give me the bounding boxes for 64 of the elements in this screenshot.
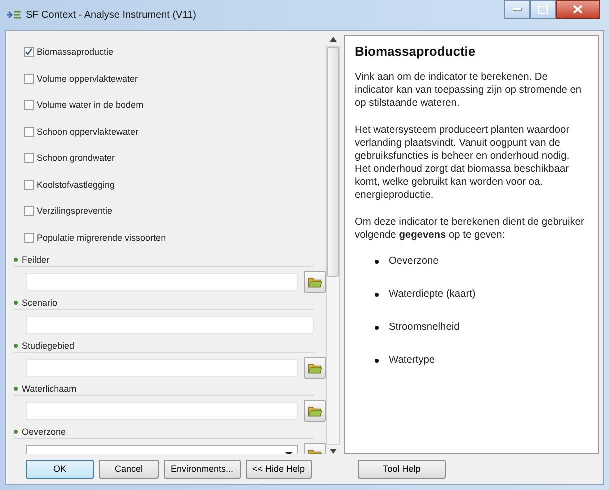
bullet-item: Stroomsnelheid [389, 322, 460, 333]
maximize-button[interactable] [530, 0, 556, 19]
required-icon [14, 387, 18, 391]
open-folder-icon [308, 275, 322, 289]
checkbox[interactable] [24, 126, 34, 137]
browse-button[interactable] [304, 271, 326, 293]
checkbox[interactable] [24, 206, 34, 216]
close-button[interactable] [556, 0, 600, 19]
maximize-icon [538, 6, 548, 14]
checkbox-label[interactable]: Volume oppervlaktewater [37, 74, 138, 84]
bullet-icon [375, 292, 379, 296]
checkbox[interactable] [24, 100, 34, 110]
app-icon [7, 10, 21, 20]
environments-button[interactable]: Environments... [164, 460, 241, 478]
bullet-icon [375, 260, 379, 264]
checkbox-label[interactable]: Verzilingspreventie [37, 206, 113, 216]
hide-help-button[interactable]: << Hide Help [246, 460, 312, 478]
checkbox[interactable] [24, 232, 34, 243]
checkbox-label[interactable]: Volume water in de bodem [37, 100, 144, 110]
checkbox-label[interactable]: Biomassaproductie [37, 47, 114, 58]
checkbox[interactable] [24, 47, 34, 58]
minimize-icon [512, 8, 522, 11]
bullet-item: Oeverzone [389, 256, 439, 267]
bullet-item: Watertype [389, 355, 436, 366]
checkbox-label[interactable]: Koolstofvastlegging [37, 180, 116, 190]
required-icon [14, 258, 18, 262]
input-field[interactable] [26, 359, 298, 377]
scroll-down-icon[interactable] [330, 449, 336, 454]
checkbox[interactable] [24, 74, 34, 84]
field-label: Feilder [22, 255, 50, 265]
check-icon [25, 48, 33, 56]
help-paragraph: Vink aan om de indicator te berekenen. De indicator kan van toepassing zijn op stromende en op stilstaande wateren. [355, 71, 583, 110]
field-label: Studiegebied [22, 341, 75, 351]
checkbox-label[interactable]: Schoon grondwater [37, 153, 116, 164]
browse-button[interactable] [304, 400, 326, 422]
browse-button[interactable] [304, 357, 326, 379]
window-title: SF Context - Analyse Instrument (V11) [26, 10, 198, 20]
tool-help-button[interactable]: Tool Help [358, 460, 446, 478]
open-folder-icon [308, 361, 322, 375]
field-label: Oeverzone [22, 427, 66, 437]
required-icon [14, 301, 18, 305]
required-icon [14, 344, 18, 348]
help-paragraph: Het watersysteem produceert planten waardoor verlanding plaatsvindt. Vanuit oogpunt van de gebruiksfuncties is beheer en onderhoud nodig. Het onderhoud zorgt dat biomassa beschikbaar komt, welke gebruikt kan worden voor oa. energieproductie. [355, 124, 571, 202]
cancel-button[interactable]: Cancel [99, 460, 159, 478]
checkbox[interactable] [24, 153, 34, 164]
input-field[interactable] [26, 273, 298, 291]
required-icon [14, 430, 18, 434]
checkbox[interactable] [24, 180, 34, 190]
checkbox-label[interactable]: Populatie migrerende vissoorten [37, 232, 166, 243]
ok-button[interactable]: OK [26, 460, 94, 478]
bullet-icon [375, 326, 379, 330]
field-label: Waterlichaam [22, 384, 77, 394]
field-label: Scenario [22, 298, 58, 308]
input-field[interactable] [26, 316, 314, 334]
minimize-button[interactable] [504, 0, 530, 19]
help-title: Biomassaproductie [355, 44, 477, 59]
input-field[interactable] [26, 402, 298, 420]
scroll-up-icon[interactable] [330, 37, 336, 42]
close-icon [573, 5, 583, 14]
help-paragraph: Om deze indicator te berekenen dient de gebruiker volgende gegevens op te geven: [355, 216, 586, 242]
checkbox-label[interactable]: Schoon oppervlaktewater [37, 126, 139, 137]
bullet-icon [375, 358, 379, 362]
open-folder-icon [308, 404, 322, 418]
bullet-item: Waterdiepte (kaart) [389, 289, 476, 300]
